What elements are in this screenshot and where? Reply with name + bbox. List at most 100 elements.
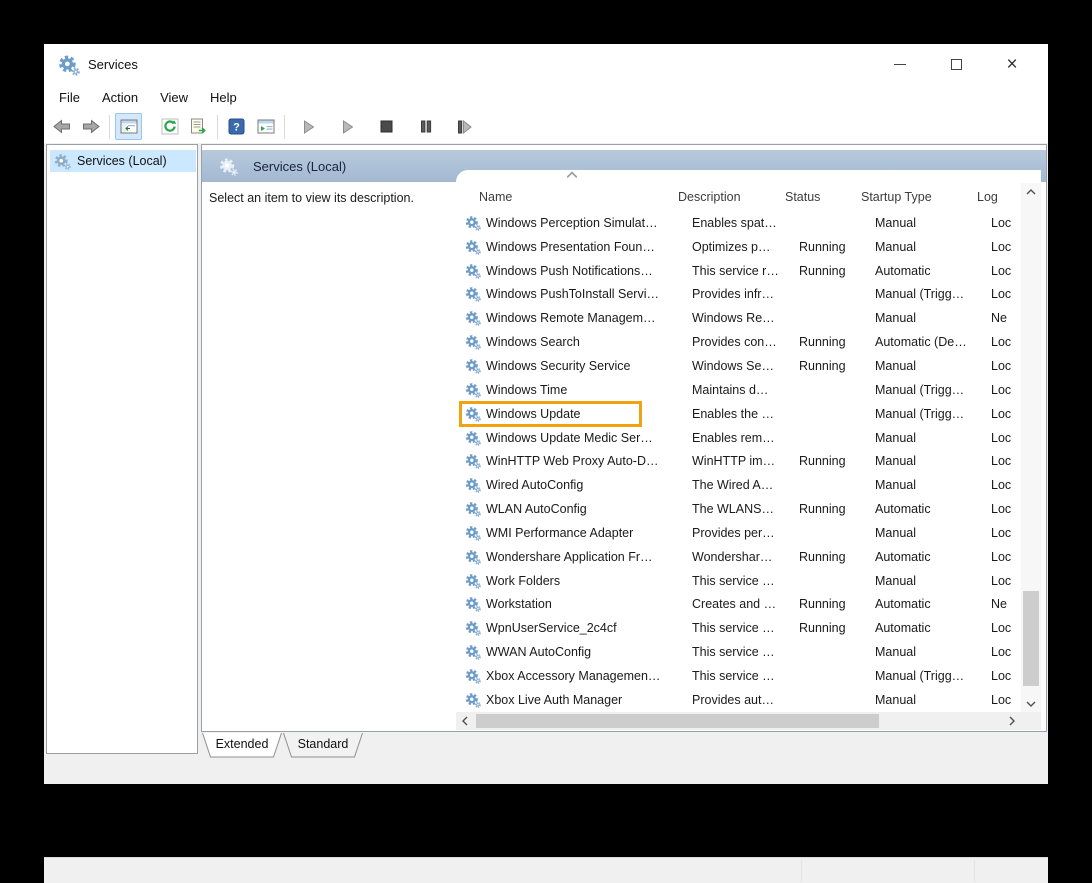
service-startup-type: Manual (Trigg… [875, 669, 991, 683]
tab-extended-label: Extended [202, 737, 282, 751]
start-service-button[interactable] [295, 113, 322, 140]
service-log-on-as: Ne [991, 311, 1021, 325]
pause-service-button[interactable] [412, 113, 439, 140]
table-row[interactable]: Windows Push Notifications…This service … [456, 259, 1021, 283]
service-log-on-as: Loc [991, 359, 1021, 373]
show-console-tree-button[interactable] [115, 113, 142, 140]
service-name: Windows Update Medic Ser… [486, 431, 692, 445]
menu-action[interactable]: Action [91, 87, 149, 108]
service-description: Windows Se… [692, 359, 799, 373]
show-action-pane-button[interactable] [252, 113, 279, 140]
table-row[interactable]: Wondershare Application Fr…Wondershar…Ru… [456, 545, 1021, 569]
service-name: Windows Remote Managem… [486, 311, 692, 325]
resume-service-icon [342, 120, 354, 134]
table-row[interactable]: Windows SearchProvides con…RunningAutoma… [456, 330, 1021, 354]
service-description: WinHTTP im… [692, 454, 799, 468]
table-row[interactable]: WLAN AutoConfigThe WLANS…RunningAutomati… [456, 497, 1021, 521]
service-gear-icon [465, 596, 481, 612]
status-bar [44, 857, 1048, 883]
service-description: Provides per… [692, 526, 799, 540]
service-gear-icon [465, 549, 481, 565]
service-gear-icon [465, 239, 481, 255]
service-name: Work Folders [486, 574, 692, 588]
service-gear-icon [465, 620, 481, 636]
service-gear-icon [465, 215, 481, 231]
tab-standard[interactable]: Standard [283, 733, 363, 758]
toolbar-separator [284, 115, 285, 139]
resume-service-button[interactable] [334, 113, 361, 140]
service-startup-type: Manual [875, 216, 991, 230]
column-header-log-on-as[interactable]: Log [977, 190, 1021, 204]
service-log-on-as: Loc [991, 407, 1021, 421]
table-row[interactable]: Windows Remote Managem…Windows Re…Manual… [456, 306, 1021, 330]
table-row[interactable]: Windows PushToInstall Servi…Provides inf… [456, 283, 1021, 307]
services-window: Services × File Action View Help [44, 44, 1048, 784]
column-header-name[interactable]: Name [456, 190, 678, 204]
service-name: Windows Presentation Foun… [486, 240, 692, 254]
details-pane: Services (Local) Select an item to view … [201, 144, 1047, 732]
service-log-on-as: Loc [991, 431, 1021, 445]
table-row[interactable]: WWAN AutoConfigThis service …ManualLoc [456, 640, 1021, 664]
console-tree-icon [120, 119, 138, 134]
table-row[interactable]: Xbox Accessory Managemen…This service …M… [456, 664, 1021, 688]
sidebar-item-services-local[interactable]: Services (Local) [50, 150, 196, 172]
table-row[interactable]: WMI Performance AdapterProvides per…Manu… [456, 521, 1021, 545]
table-row[interactable]: Windows Update Medic Ser…Enables rem…Man… [456, 426, 1021, 450]
column-header-startup-type[interactable]: Startup Type [861, 190, 977, 204]
table-row[interactable]: Windows TimeMaintains d…Manual (Trigg…Lo… [456, 378, 1021, 402]
tab-extended[interactable]: Extended [202, 733, 282, 758]
table-row[interactable]: Work FoldersThis service …ManualLoc [456, 569, 1021, 593]
service-log-on-as: Loc [991, 621, 1021, 635]
scroll-right-button[interactable] [1003, 712, 1021, 730]
table-row[interactable]: WorkstationCreates and …RunningAutomatic… [456, 593, 1021, 617]
table-row[interactable]: Wired AutoConfigThe Wired A…ManualLoc [456, 473, 1021, 497]
service-description: Creates and … [692, 597, 799, 611]
horizontal-scrollbar[interactable] [456, 712, 1021, 730]
back-button[interactable] [48, 113, 75, 140]
stop-service-button[interactable] [373, 113, 400, 140]
horizontal-scroll-thumb[interactable] [476, 714, 879, 728]
services-list-panel: Name Description Status Startup Type Log… [456, 170, 1041, 730]
menu-view[interactable]: View [149, 87, 199, 108]
export-list-button[interactable] [185, 113, 212, 140]
service-log-on-as: Loc [991, 216, 1021, 230]
scroll-left-button[interactable] [456, 712, 474, 730]
menu-help[interactable]: Help [199, 87, 248, 108]
service-name: Windows Push Notifications… [486, 264, 692, 278]
table-row[interactable]: WpnUserService_2c4cfThis service …Runnin… [456, 616, 1021, 640]
console-tree-pane: Services (Local) [46, 144, 198, 754]
maximize-button[interactable] [928, 44, 984, 85]
service-startup-type: Manual [875, 478, 991, 492]
menu-file[interactable]: File [48, 87, 91, 108]
maximize-icon [951, 59, 962, 70]
service-status: Running [799, 454, 875, 468]
forward-icon [82, 119, 100, 134]
minimize-button[interactable] [872, 44, 928, 85]
services-app-icon [58, 54, 80, 76]
vertical-scrollbar[interactable] [1021, 183, 1041, 712]
scroll-up-button[interactable] [1021, 183, 1041, 200]
help-button[interactable]: ? [223, 113, 250, 140]
service-log-on-as: Loc [991, 454, 1021, 468]
table-row[interactable]: Xbox Live Auth ManagerProvides aut…Manua… [456, 688, 1021, 712]
service-status: Running [799, 621, 875, 635]
column-header-status[interactable]: Status [785, 190, 861, 204]
restart-service-button[interactable] [451, 113, 478, 140]
column-header-description[interactable]: Description [678, 190, 785, 204]
table-row[interactable]: Windows Perception Simulat…Enables spat…… [456, 211, 1021, 235]
refresh-button[interactable] [156, 113, 183, 140]
vertical-scroll-thumb[interactable] [1023, 591, 1039, 686]
table-row[interactable]: Windows Presentation Foun…Optimizes p…Ru… [456, 235, 1021, 259]
service-log-on-as: Loc [991, 693, 1021, 707]
forward-button[interactable] [77, 113, 104, 140]
service-description: This service r… [692, 264, 799, 278]
service-gear-icon [465, 286, 481, 302]
table-row[interactable]: Windows Security ServiceWindows Se…Runni… [456, 354, 1021, 378]
table-row[interactable]: WinHTTP Web Proxy Auto-D…WinHTTP im…Runn… [456, 449, 1021, 473]
scroll-down-button[interactable] [1021, 695, 1041, 712]
service-log-on-as: Loc [991, 478, 1021, 492]
service-startup-type: Manual (Trigg… [875, 287, 991, 301]
close-button[interactable]: × [984, 44, 1040, 85]
service-log-on-as: Loc [991, 335, 1021, 349]
pane-header-title: Services (Local) [253, 159, 346, 174]
